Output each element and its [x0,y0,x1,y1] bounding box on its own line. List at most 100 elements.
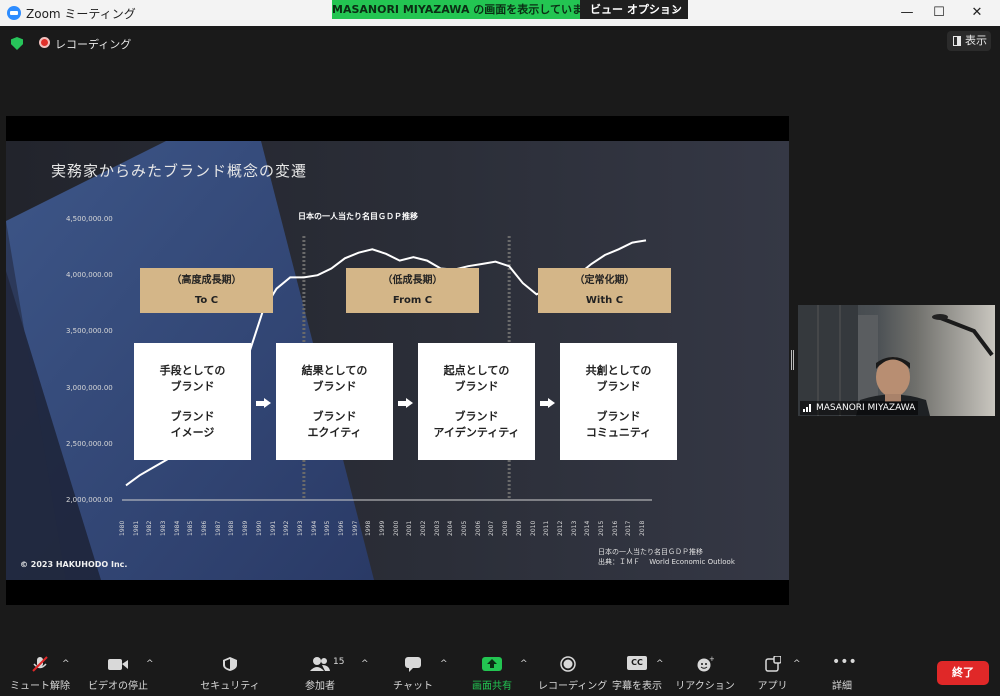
view-options-label: ビュー オプション [590,3,682,16]
concept-line: アイデンティティ [433,426,520,439]
participants-label: 参加者 [305,681,335,692]
x-tick-label: 2013 [570,520,578,536]
x-tick-label: 1995 [324,520,332,536]
security-label: セキュリティ [200,681,260,692]
presentation-slide: 実務家からみたブランド概念の変遷 日本の一人当たり名目ＧＤＰ推移 4,500,0… [6,141,789,580]
recording-indicator-icon [39,37,50,48]
phase-label: （定常化期） [574,275,635,286]
svg-text:+: + [709,656,714,663]
chart-source-note: 日本の一人当たり名目ＧＤＰ推移出典：ＩＭＦ World Economic Out… [598,547,735,567]
phase-box-high-growth: （高度成長期） To C [140,268,273,313]
concept-line: ブランド [312,410,357,423]
source-line: 出典：ＩＭＦ World Economic Outlook [598,558,735,566]
x-tick-label: 1988 [228,520,236,536]
more-button[interactable]: ••• 詳細 [822,654,862,692]
concept-line: コミュニティ [585,426,652,439]
minimize-button[interactable]: — [892,2,922,24]
x-tick-label: 1989 [242,520,250,536]
x-tick-label: 1993 [296,520,304,536]
x-tick-label: 1982 [146,520,154,536]
concept-line: ブランド [170,380,215,393]
concept-line: イメージ [170,426,215,439]
chevron-up-icon[interactable]: ^ [146,659,154,669]
y-tick-label: 3,000,000.00 [66,383,113,392]
recording-status-label: レコーディング [55,38,132,51]
share-label: 画面共有 [472,681,512,692]
x-tick-label: 1980 [119,520,126,536]
chevron-up-icon[interactable]: ^ [62,659,70,669]
x-tick-label: 2010 [529,520,537,536]
window-title: Zoom ミーティング [26,7,136,21]
title-bar: Zoom ミーティング MASANORI MIYAZAWA の画面を表示していま… [0,0,1000,26]
x-tick-label: 1981 [132,520,140,536]
x-tick-label: 2001 [406,520,414,536]
more-dots-icon: ••• [832,654,857,670]
chevron-up-icon[interactable]: ^ [440,659,448,669]
phase-label: （高度成長期） [171,275,242,286]
x-tick-label: 2008 [502,520,510,536]
phase-label: （低成長期） [382,275,443,286]
x-tick-label: 2012 [556,520,564,536]
microphone-muted-icon [32,656,48,672]
reactions-button[interactable]: + リアクション [675,656,735,692]
x-tick-label: 2015 [597,520,605,536]
x-tick-label: 1998 [365,520,373,536]
maximize-button[interactable]: ☐ [924,2,954,24]
x-tick-label: 2017 [625,520,633,536]
view-button[interactable]: 表示 [947,31,991,51]
chevron-up-icon[interactable]: ^ [656,659,664,669]
view-options-button[interactable]: ビュー オプション ⌄ [580,0,688,19]
chevron-up-icon[interactable]: ^ [793,659,801,669]
chevron-up-icon[interactable]: ^ [361,659,369,669]
x-tick-label: 2006 [474,520,482,536]
arrow-right-icon [398,398,414,408]
chat-button[interactable]: チャット [383,656,443,692]
x-tick-label: 1997 [351,520,359,536]
apps-icon [764,656,781,672]
x-tick-label: 2000 [392,520,400,536]
record-label: レコーディング [538,681,608,692]
encryption-shield-icon[interactable] [11,37,23,50]
concept-line: 結果としての [301,364,368,377]
screen-share-banner: MASANORI MIYAZAWA の画面を表示しています [332,0,580,19]
concept-box-brand-equity: 結果としての ブランド ブランド エクイティ [276,343,393,460]
panel-resize-handle[interactable] [791,350,794,370]
concept-line: ブランド [596,380,641,393]
source-line: 日本の一人当たり名目ＧＤＰ推移 [598,548,703,556]
apps-button[interactable]: アプリ [755,656,790,692]
mute-button[interactable]: ミュート解除 [10,656,70,692]
stop-video-button[interactable]: ビデオの停止 [88,656,148,692]
phase-keyword: From C [392,295,433,306]
share-screen-button[interactable]: 画面共有 [462,656,522,692]
phase-box-low-growth: （低成長期） From C [346,268,479,313]
copyright-text: © 2023 HAKUHODO Inc. [20,560,128,569]
closed-captions-icon: CC [627,656,647,670]
participant-video-image [798,305,994,416]
view-layout-icon [953,36,961,46]
concept-box-brand-identity: 起点としての ブランド ブランド アイデンティティ [418,343,535,460]
close-window-button[interactable]: ✕ [962,2,992,24]
security-button[interactable]: セキュリティ [200,656,260,692]
x-tick-label: 1999 [379,520,386,536]
video-camera-icon [108,659,128,670]
x-tick-label: 2016 [611,520,619,536]
x-tick-label: 1983 [160,520,168,536]
concept-line: ブランド [454,410,499,423]
record-button[interactable]: レコーディング [538,656,608,692]
x-tick-label: 2009 [515,520,523,536]
y-tick-label: 2,500,000.00 [66,439,113,448]
participant-video-tile[interactable]: MASANORI MIYAZAWA [798,305,995,416]
signal-strength-icon [803,404,813,412]
zoom-logo-icon [7,6,21,20]
y-tick-label: 3,500,000.00 [66,327,113,336]
end-meeting-button[interactable]: 終了 [937,661,989,685]
chevron-up-icon[interactable]: ^ [520,659,528,669]
arrow-right-icon [540,398,556,408]
x-tick-label: 2002 [420,520,428,536]
x-tick-label: 2018 [639,520,646,536]
shared-screen: 実務家からみたブランド概念の変遷 日本の一人当たり名目ＧＤＰ推移 4,500,0… [6,116,789,605]
concept-line: 手段としての [159,364,226,377]
y-tick-label: 2,000,000.00 [66,496,113,504]
y-tick-label: 4,000,000.00 [66,271,113,280]
participant-name-label: MASANORI MIYAZAWA [800,401,919,415]
